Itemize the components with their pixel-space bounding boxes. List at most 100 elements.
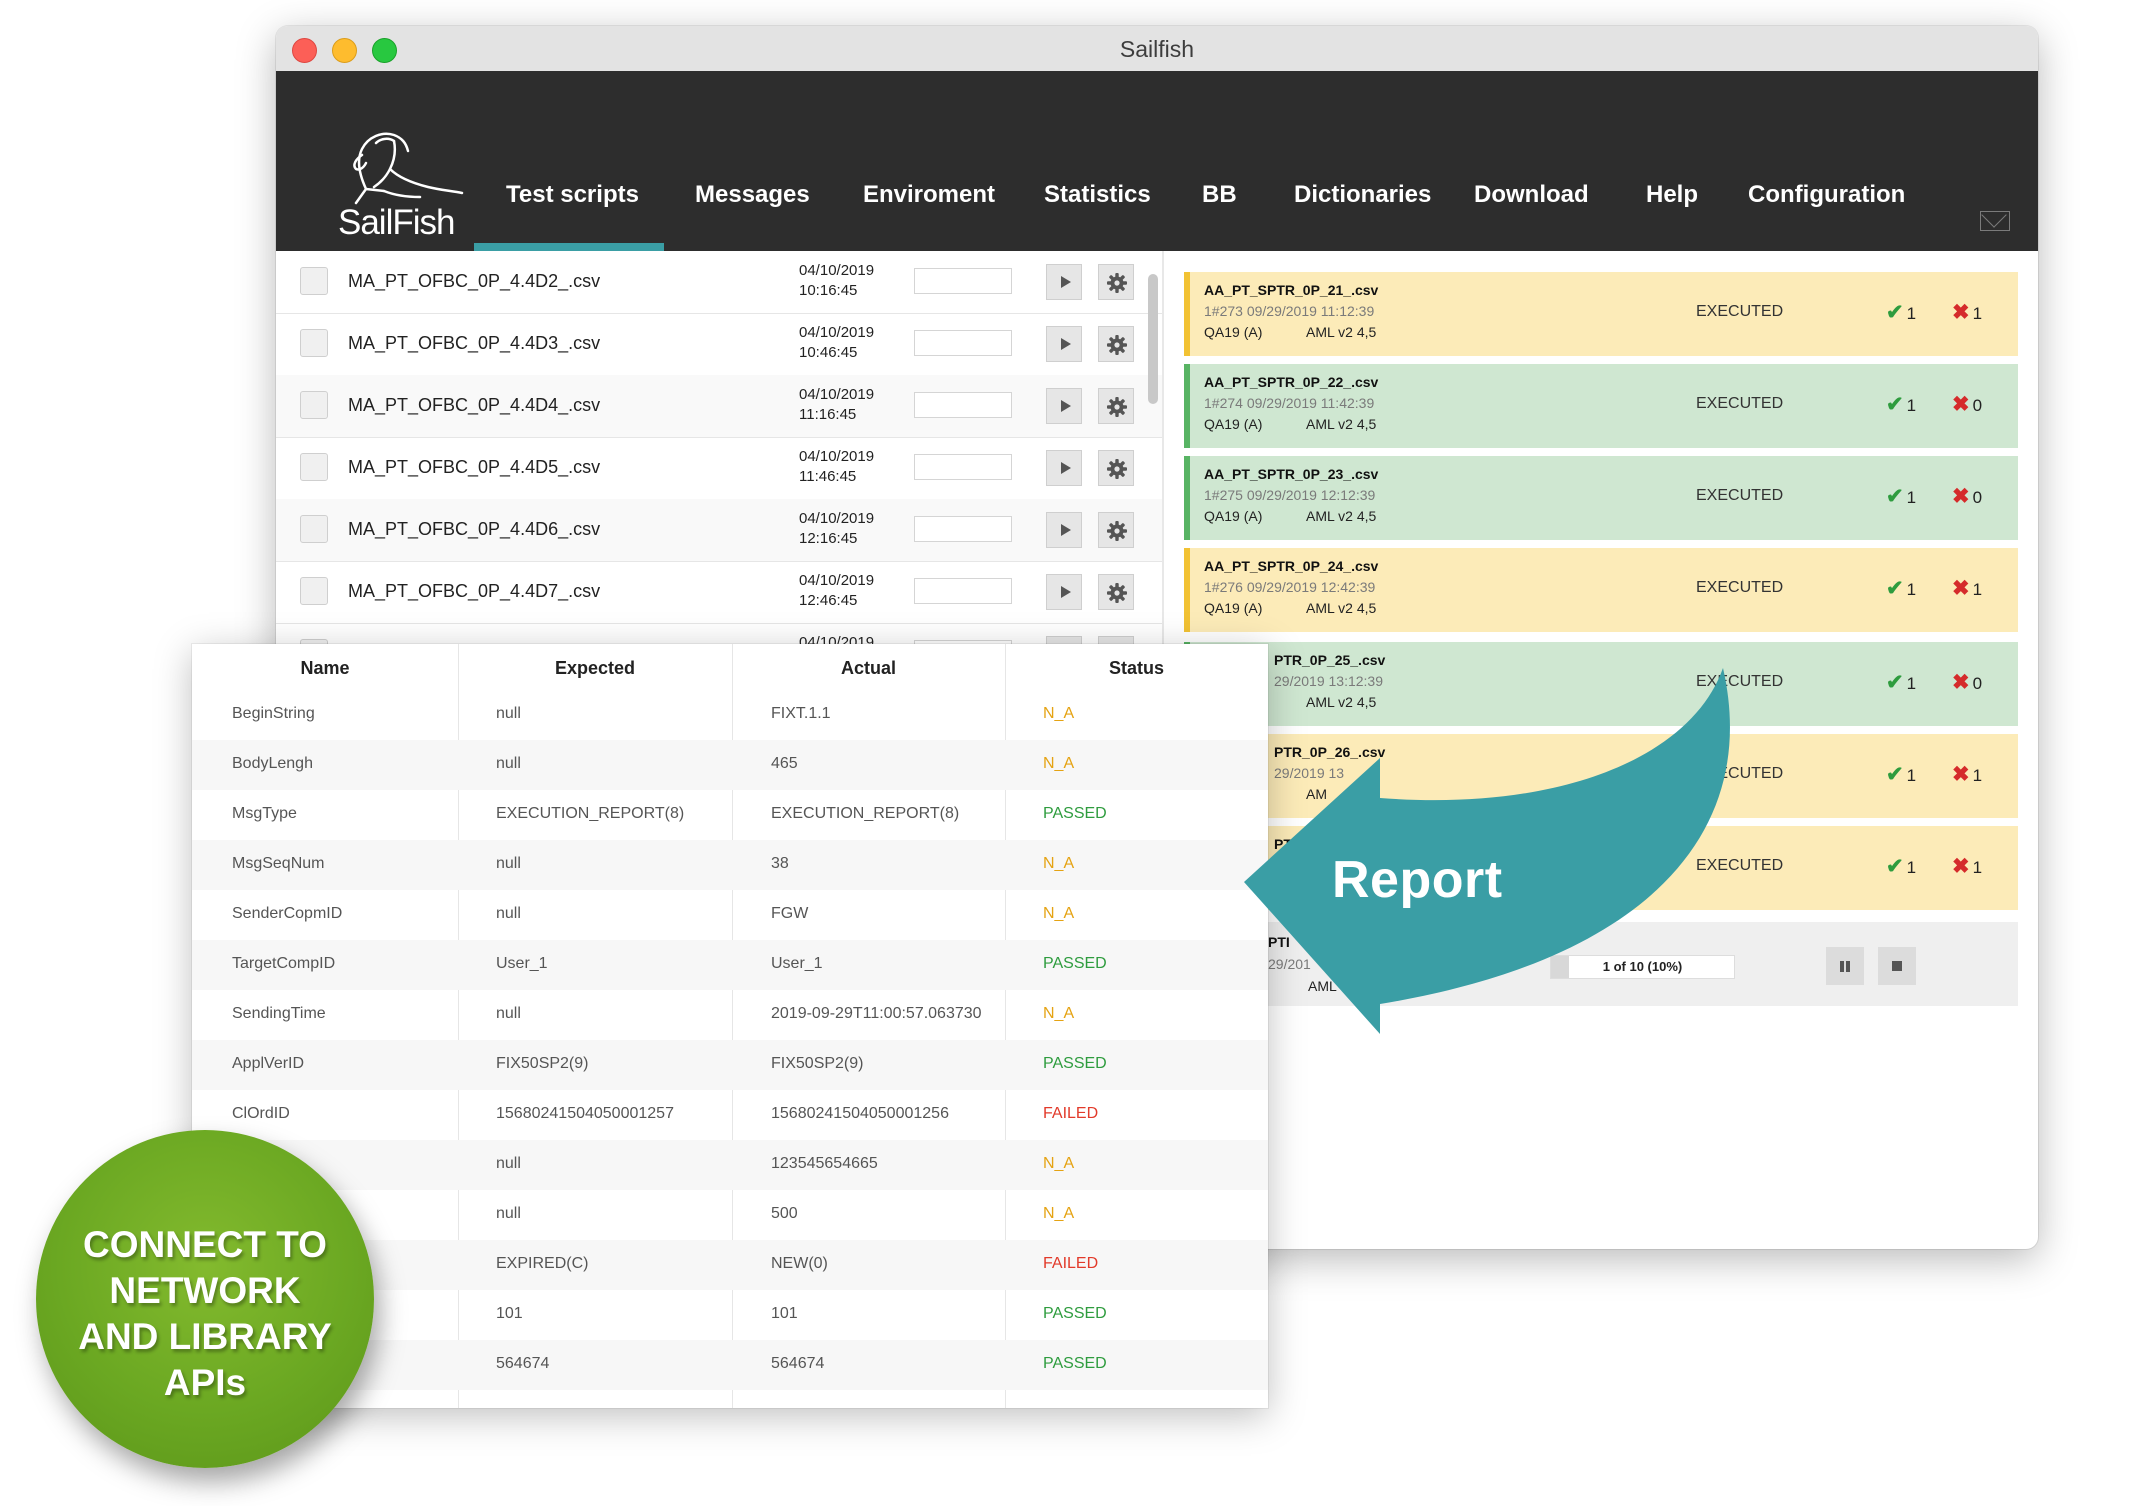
mail-icon[interactable] <box>1980 211 2010 231</box>
result-name: PT <box>1274 836 1292 852</box>
script-parameter-input[interactable] <box>914 516 1012 542</box>
script-settings-button[interactable] <box>1098 512 1134 548</box>
run-script-button[interactable] <box>1046 326 1082 362</box>
result-status: EXECUTED <box>1696 487 1784 504</box>
script-row[interactable]: MA_PT_OFBC_0P_4.4D3_.csv 04/10/2019 10:46… <box>276 313 1164 376</box>
result-status: EXECUTED <box>1696 579 1784 596</box>
actual-value: 123545654665 <box>771 1155 878 1172</box>
script-settings-button[interactable] <box>1098 450 1134 486</box>
script-parameter-input[interactable] <box>914 330 1012 356</box>
cross-icon: ✖ <box>1952 485 1970 508</box>
run-script-button[interactable] <box>1046 450 1082 486</box>
header-expected: Expected <box>554 658 636 678</box>
status-value: N_A <box>1043 855 1075 872</box>
result-environment: QA19 (A) <box>1204 324 1263 340</box>
badge-text: CONNECT TO NETWORK AND LIBRARY APIs <box>36 1222 374 1406</box>
result-status: EXECUTED <box>1696 857 1784 874</box>
actual-value: User_1 <box>771 955 823 972</box>
stop-button[interactable] <box>1878 947 1916 985</box>
nav-messages[interactable]: Messages <box>695 181 810 209</box>
report-row: MsgSeqNum null 38 N_A <box>192 840 1268 890</box>
field-name: MsgSeqNum <box>232 855 325 872</box>
result-card[interactable]: PTR_0P_25_.csv 29/2019 13:12:39 AML v2 4… <box>1184 642 2018 726</box>
script-settings-button[interactable] <box>1098 574 1134 610</box>
result-info: 29/2019 13:12:39 <box>1274 673 1383 689</box>
result-aml: AML v2 4,5 <box>1306 600 1377 616</box>
check-icon: ✔ <box>1886 485 1904 508</box>
expected-value: 564674 <box>496 1355 550 1372</box>
run-script-button[interactable] <box>1046 264 1082 300</box>
running-script-name: PTI <box>1268 934 1290 950</box>
run-script-button[interactable] <box>1046 574 1082 610</box>
script-parameter-input[interactable] <box>914 578 1012 604</box>
result-info: 1#274 09/29/2019 11:42:39 <box>1204 395 1375 411</box>
nav-statistics[interactable]: Statistics <box>1044 181 1151 209</box>
badge-line: NETWORK <box>109 1270 301 1311</box>
script-checkbox[interactable] <box>300 453 328 481</box>
script-name: MA_PT_OFBC_0P_4.4D6_.csv <box>348 519 601 539</box>
nav-enviroment[interactable]: Enviroment <box>863 181 995 209</box>
actual-value: 101 <box>771 1305 798 1322</box>
run-script-button[interactable] <box>1046 388 1082 424</box>
script-row[interactable]: MA_PT_OFBC_0P_4.4D4_.csv 04/10/2019 11:16… <box>276 375 1164 438</box>
script-time: 12:16:45 <box>799 530 858 547</box>
report-row: BeginString null FIXT.1.1 N_A <box>192 690 1268 740</box>
script-row[interactable]: MA_PT_OFBC_0P_4.4D5_.csv 04/10/2019 11:46… <box>276 437 1164 500</box>
result-card[interactable]: AA_PT_SPTR_0P_22_.csv 1#274 09/29/2019 1… <box>1184 364 2018 448</box>
run-script-button[interactable] <box>1046 512 1082 548</box>
script-time: 10:46:45 <box>799 344 858 361</box>
progress-bar: 1 of 10 (10%) <box>1550 955 1735 979</box>
result-card[interactable]: PT EXECUTED ✔ 1 ✖ 1 <box>1184 826 2018 910</box>
result-card[interactable]: AA_PT_SPTR_0P_24_.csv 1#276 09/29/2019 1… <box>1184 548 2018 632</box>
actual-value: 500 <box>771 1205 798 1222</box>
expected-value: null <box>496 705 521 722</box>
script-checkbox[interactable] <box>300 267 328 295</box>
badge-line: CONNECT TO <box>83 1224 327 1265</box>
actual-value: 38 <box>771 855 789 872</box>
result-environment: QA19 (A) <box>1204 416 1263 432</box>
failed-count: ✖ 1 <box>1952 577 1983 600</box>
result-card[interactable]: PTR_0P_26_.csv 29/2019 13 AM EXECUTED ✔ 1… <box>1184 734 2018 818</box>
script-settings-button[interactable] <box>1098 326 1134 362</box>
nav-dictionaries[interactable]: Dictionaries <box>1294 181 1431 209</box>
gear-icon <box>1107 397 1127 417</box>
script-checkbox[interactable] <box>300 329 328 357</box>
script-row[interactable]: MA_PT_OFBC_0P_4.4D2_.csv 04/10/2019 10:16… <box>276 251 1164 314</box>
result-aml: AML v2 4,5 <box>1306 508 1377 524</box>
status-value: N_A <box>1043 905 1075 922</box>
script-checkbox[interactable] <box>300 391 328 419</box>
expected-value: 101 <box>496 1305 523 1322</box>
actual-value: 465 <box>771 755 798 772</box>
result-aml: AM <box>1306 786 1327 802</box>
failed-count: ✖ 0 <box>1952 393 1983 416</box>
script-settings-button[interactable] <box>1098 264 1134 300</box>
result-card[interactable]: AA_PT_SPTR_0P_23_.csv 1#275 09/29/2019 1… <box>1184 456 2018 540</box>
script-date: 04/10/2019 <box>799 324 875 341</box>
script-parameter-input[interactable] <box>914 454 1012 480</box>
expected-value: null <box>496 1005 521 1022</box>
script-date: 04/10/2019 <box>799 386 875 403</box>
report-row: BodyLengh null 465 N_A <box>192 740 1268 790</box>
nav-help[interactable]: Help <box>1646 181 1698 209</box>
script-row[interactable]: MA_PT_OFBC_0P_4.4D6_.csv 04/10/2019 12:16… <box>276 499 1164 562</box>
nav-download[interactable]: Download <box>1474 181 1589 209</box>
script-settings-button[interactable] <box>1098 388 1134 424</box>
actual-value: FIX50SP2(9) <box>771 1055 864 1072</box>
list-scrollbar[interactable] <box>1148 274 1158 404</box>
result-aml: AML v2 4,5 <box>1306 694 1377 710</box>
nav-configuration[interactable]: Configuration <box>1748 181 1905 209</box>
nav-test-scripts[interactable]: Test scripts <box>506 181 639 209</box>
script-checkbox[interactable] <box>300 577 328 605</box>
nav-bb[interactable]: BB <box>1202 181 1237 209</box>
report-row: TargetCompID User_1 User_1 PASSED <box>192 940 1268 990</box>
script-row[interactable]: MA_PT_OFBC_0P_4.4D7_.csv 04/10/2019 12:46… <box>276 561 1164 624</box>
field-name: TargetCompID <box>232 955 336 972</box>
pause-button[interactable] <box>1826 947 1864 985</box>
passed-count: ✔ 1 <box>1886 671 1917 694</box>
window-title: Sailfish <box>1119 36 1195 62</box>
result-name: AA_PT_SPTR_0P_21_.csv <box>1204 282 1379 298</box>
script-checkbox[interactable] <box>300 515 328 543</box>
script-parameter-input[interactable] <box>914 392 1012 418</box>
result-card[interactable]: AA_PT_SPTR_0P_21_.csv 1#273 09/29/2019 1… <box>1184 272 2018 356</box>
script-parameter-input[interactable] <box>914 268 1012 294</box>
